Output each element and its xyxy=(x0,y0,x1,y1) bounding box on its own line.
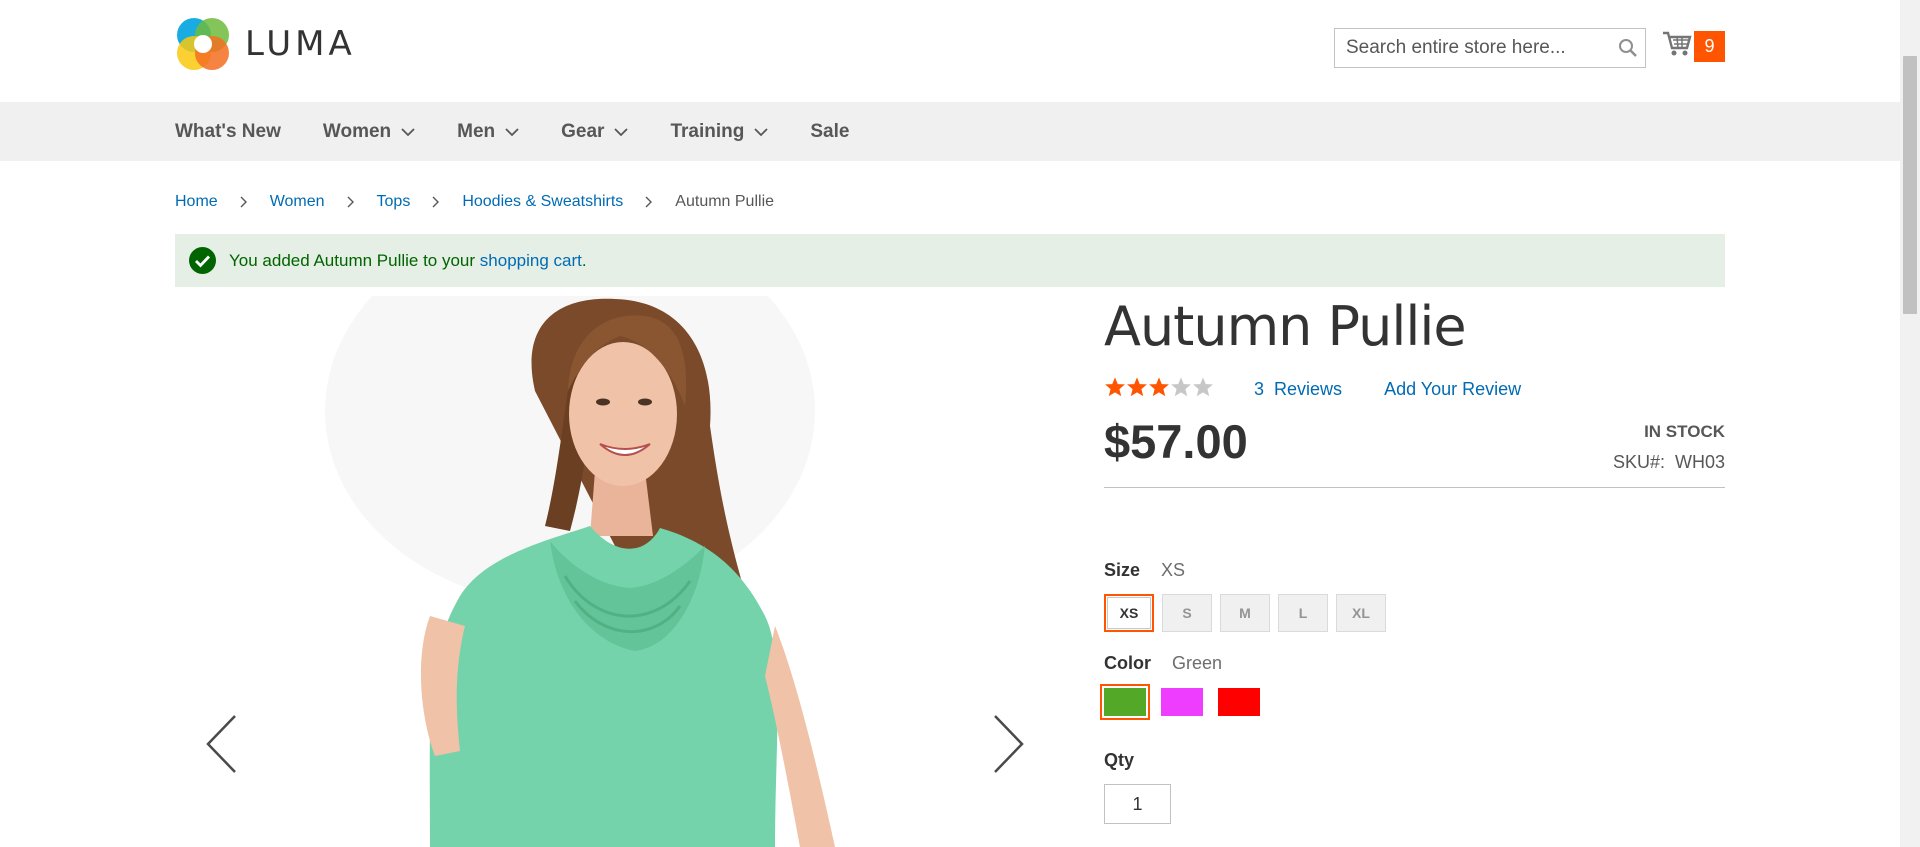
search-box xyxy=(1334,28,1646,68)
color-swatch-purple[interactable] xyxy=(1161,688,1203,716)
chevron-down-icon xyxy=(401,121,415,143)
breadcrumb-link[interactable]: Hoodies & Sweatshirts xyxy=(462,193,623,211)
nav-item-sale[interactable]: Sale xyxy=(810,121,849,143)
divider xyxy=(1104,487,1725,488)
color-selected-value: Green xyxy=(1172,653,1223,673)
chevron-right-icon xyxy=(347,196,355,208)
star-filled-icon xyxy=(1148,376,1170,403)
breadcrumb: Home Women Tops Hoodies & Sweatshirts Autumn… xyxy=(175,193,774,211)
size-swatch-l[interactable]: L xyxy=(1278,594,1328,632)
chevron-down-icon xyxy=(754,121,768,143)
breadcrumb-link[interactable]: Home xyxy=(175,193,218,211)
cart-count-badge: 9 xyxy=(1694,31,1725,62)
scrollbar-thumb[interactable] xyxy=(1903,56,1917,314)
star-empty-icon xyxy=(1170,376,1192,403)
size-options: XS S M L XL xyxy=(1104,594,1394,632)
luma-logo[interactable]: LUMA xyxy=(175,16,356,72)
main-navigation: What's New Women Men Gear Training Sale xyxy=(0,102,1900,161)
message-text: You added Autumn Pullie to your shopping… xyxy=(229,250,587,270)
nav-item-women[interactable]: Women xyxy=(323,121,415,143)
success-message: You added Autumn Pullie to your shopping… xyxy=(175,234,1725,287)
reviews-summary: 3 Reviews Add Your Review xyxy=(1104,376,1563,403)
product-image[interactable] xyxy=(175,296,1065,847)
star-filled-icon xyxy=(1104,376,1126,403)
product-title: Autumn Pullie xyxy=(1104,295,1467,358)
chevron-right-icon xyxy=(432,196,440,208)
size-swatch-xl[interactable]: XL xyxy=(1336,594,1386,632)
rating-stars xyxy=(1104,376,1214,403)
page-header: LUMA 9 xyxy=(0,0,1900,102)
reviews-link[interactable]: 3 Reviews xyxy=(1254,379,1342,400)
shopping-cart-icon xyxy=(1662,30,1692,63)
qty-input[interactable] xyxy=(1104,784,1171,824)
size-swatch-xs[interactable]: XS xyxy=(1104,594,1154,632)
color-swatch-red[interactable] xyxy=(1218,688,1260,716)
breadcrumb-link[interactable]: Women xyxy=(270,193,325,211)
gallery-next-arrow-icon[interactable] xyxy=(991,714,1025,779)
size-swatch-s[interactable]: S xyxy=(1162,594,1212,632)
breadcrumb-current: Autumn Pullie xyxy=(675,193,775,210)
color-label: Color Green xyxy=(1104,653,1223,673)
nav-item-men[interactable]: Men xyxy=(457,121,519,143)
size-label: Size XS xyxy=(1104,560,1186,580)
search-input[interactable] xyxy=(1335,29,1611,67)
chevron-right-icon xyxy=(240,196,248,208)
color-swatch-green[interactable] xyxy=(1100,684,1150,720)
checkmark-icon xyxy=(189,247,216,274)
breadcrumb-link[interactable]: Tops xyxy=(377,193,411,211)
star-filled-icon xyxy=(1126,376,1148,403)
product-info: Autumn Pullie 3 Reviews Add Your Review … xyxy=(1100,295,1725,824)
gallery-prev-arrow-icon[interactable] xyxy=(205,714,239,779)
qty-label: Qty xyxy=(1104,750,1135,770)
chevron-down-icon xyxy=(614,121,629,143)
page-scrollbar[interactable] xyxy=(1900,0,1920,847)
product-price: $57.00 xyxy=(1104,415,1248,468)
stock-status: IN STOCK xyxy=(1644,422,1725,441)
star-empty-icon xyxy=(1192,376,1214,403)
luma-logo-icon xyxy=(177,18,229,70)
chevron-right-icon xyxy=(645,196,653,208)
shopping-cart-link[interactable]: shopping cart xyxy=(480,251,582,270)
logo-text: LUMA xyxy=(245,24,356,64)
color-options xyxy=(1100,684,1275,720)
product-gallery xyxy=(175,296,1065,847)
product-sku: SKU#: WH03 xyxy=(1612,452,1725,472)
nav-item-training[interactable]: Training xyxy=(670,121,768,143)
search-icon[interactable] xyxy=(1611,38,1645,58)
nav-item-what-s-new[interactable]: What's New xyxy=(175,121,281,143)
size-swatch-m[interactable]: M xyxy=(1220,594,1270,632)
add-review-link[interactable]: Add Your Review xyxy=(1384,379,1521,400)
minicart-button[interactable]: 9 xyxy=(1662,30,1725,63)
size-selected-value: XS xyxy=(1161,560,1186,580)
chevron-down-icon xyxy=(505,121,519,143)
nav-item-gear[interactable]: Gear xyxy=(561,121,629,143)
